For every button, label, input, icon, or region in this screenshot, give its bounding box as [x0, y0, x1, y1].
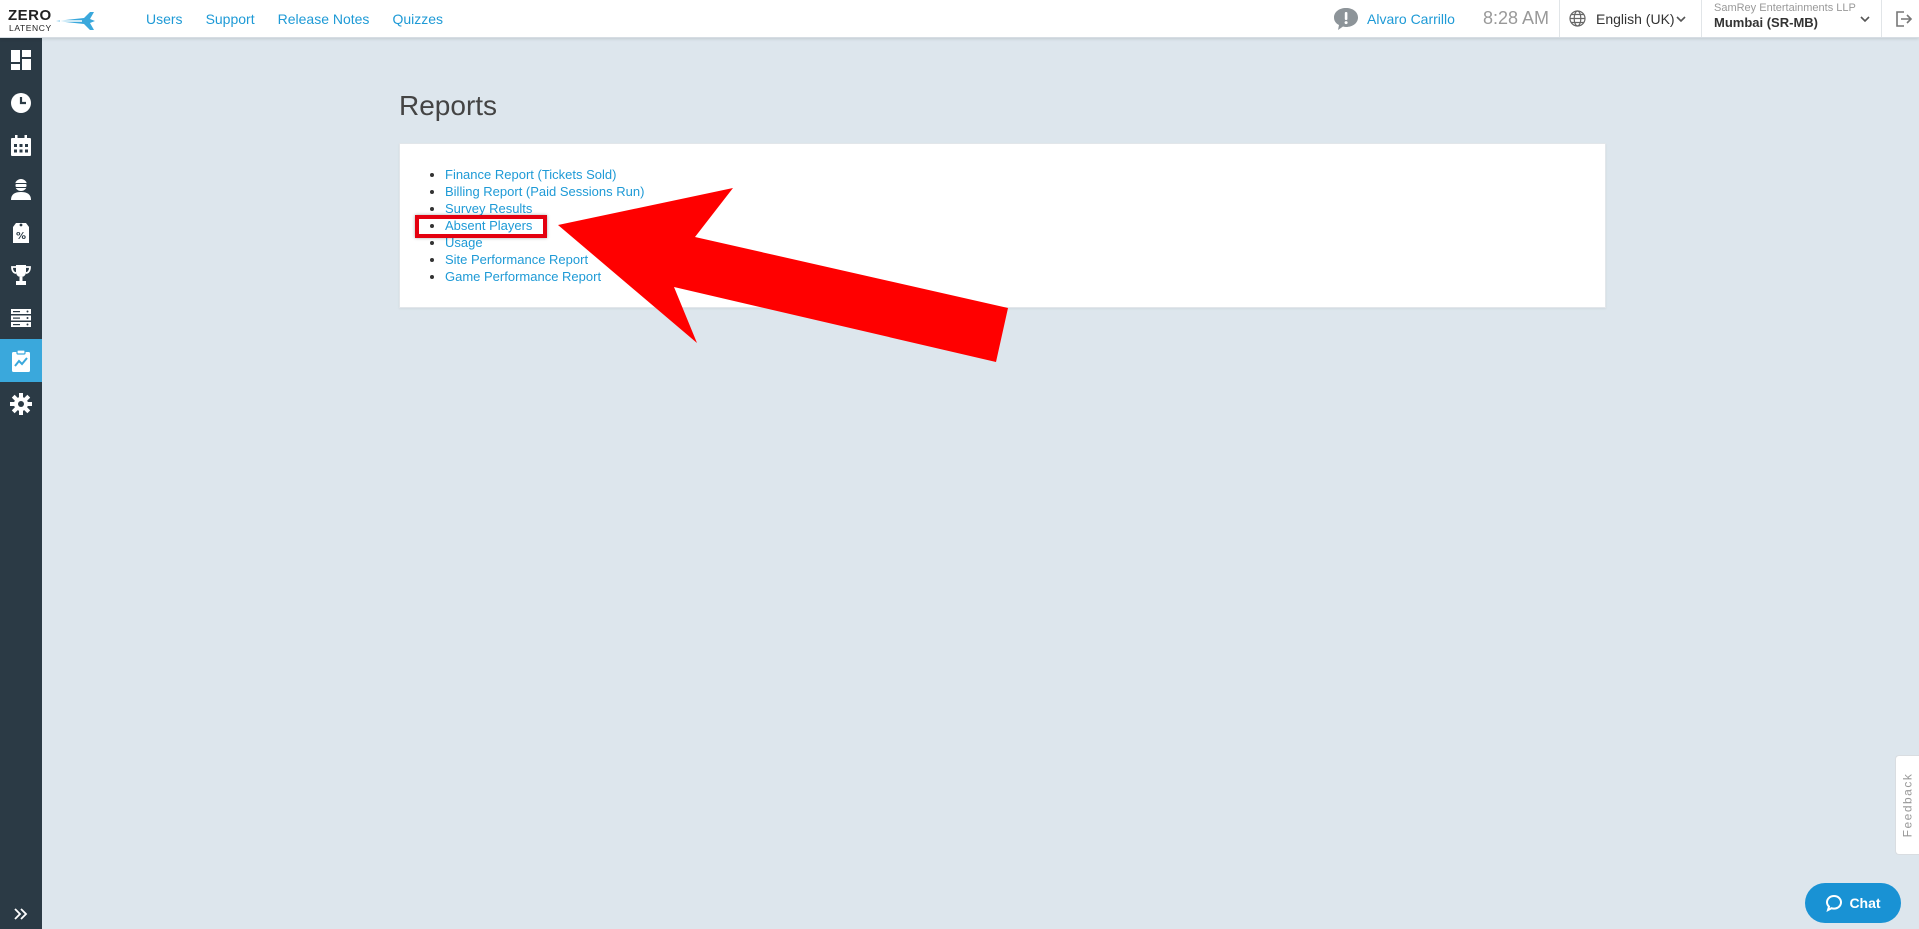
sidebar: % — [0, 38, 42, 929]
logout-icon[interactable] — [1893, 9, 1913, 34]
trophy-icon — [11, 264, 31, 285]
reports-card: Finance Report (Tickets Sold) Billing Re… — [399, 143, 1606, 308]
list-item: Billing Report (Paid Sessions Run) — [445, 183, 644, 200]
gear-icon — [10, 392, 32, 415]
chevron-down-icon[interactable] — [1675, 12, 1687, 30]
username-link[interactable]: Alvaro Carrillo — [1367, 11, 1455, 27]
language-select[interactable]: English (UK) — [1596, 11, 1675, 27]
globe-icon[interactable] — [1569, 10, 1586, 32]
chat-label: Chat — [1849, 895, 1881, 911]
svg-text:%: % — [16, 231, 26, 242]
nav-users[interactable]: Users — [146, 11, 183, 27]
page-title: Reports — [399, 90, 498, 121]
server-icon — [11, 308, 31, 327]
annotation-arrow — [558, 188, 1008, 362]
sidebar-item-leaderboard[interactable] — [0, 253, 42, 296]
company-name: SamRey Entertainments LLP — [1714, 2, 1856, 14]
report-link-game-performance[interactable]: Game Performance Report — [445, 269, 601, 284]
report-link-site-performance[interactable]: Site Performance Report — [445, 252, 588, 267]
calendar-icon — [11, 134, 31, 156]
nav-quizzes[interactable]: Quizzes — [392, 11, 443, 27]
chat-button[interactable]: Chat — [1805, 883, 1901, 923]
list-item: Site Performance Report — [445, 251, 644, 268]
logo-text-line1: ZERO — [8, 7, 52, 24]
list-item: Finance Report (Tickets Sold) — [445, 166, 644, 183]
header-divider — [1701, 0, 1702, 37]
logo-plane-icon — [56, 12, 95, 30]
sidebar-expand-button[interactable] — [0, 899, 42, 929]
double-chevron-right-icon — [14, 908, 28, 920]
top-bar: ZERO LATENCY Users Support Release Notes… — [0, 0, 1919, 38]
zero-latency-logo[interactable]: ZERO LATENCY — [8, 5, 95, 33]
report-link-finance[interactable]: Finance Report (Tickets Sold) — [445, 167, 616, 182]
feedback-tab[interactable]: Feedback — [1895, 755, 1919, 855]
sidebar-item-servers[interactable] — [0, 296, 42, 339]
sidebar-item-reports[interactable] — [0, 339, 42, 382]
current-time: 8:28 AM — [1483, 8, 1550, 28]
dashboard-icon — [11, 49, 31, 70]
list-item: Game Performance Report — [445, 268, 644, 285]
nav-support[interactable]: Support — [206, 11, 255, 27]
sidebar-item-dashboard[interactable] — [0, 38, 42, 81]
chat-bubble-icon — [1826, 894, 1843, 912]
discount-tag-icon: % — [13, 222, 29, 243]
header-divider — [1559, 0, 1560, 37]
sidebar-item-sessions[interactable] — [0, 81, 42, 124]
sidebar-item-players[interactable] — [0, 167, 42, 210]
reports-clipboard-icon — [12, 348, 30, 372]
vr-player-icon — [11, 178, 31, 200]
site-select[interactable]: Mumbai (SR-MB) — [1714, 15, 1818, 30]
nav-release-notes[interactable]: Release Notes — [278, 11, 370, 27]
logo-text-line2: LATENCY — [9, 23, 52, 33]
top-nav: Users Support Release Notes Quizzes — [146, 0, 466, 37]
chevron-down-icon[interactable] — [1859, 12, 1871, 30]
clock-icon — [11, 92, 31, 113]
sidebar-item-discounts[interactable]: % — [0, 210, 42, 253]
report-link-survey-results[interactable]: Survey Results — [445, 201, 532, 216]
report-link-billing[interactable]: Billing Report (Paid Sessions Run) — [445, 184, 644, 199]
sidebar-item-settings[interactable] — [0, 382, 42, 425]
notification-alert-icon[interactable] — [1333, 7, 1359, 36]
annotation-highlight-box — [415, 215, 547, 238]
sidebar-item-calendar[interactable] — [0, 124, 42, 167]
feedback-label: Feedback — [1900, 772, 1915, 838]
header-divider — [1881, 0, 1882, 37]
